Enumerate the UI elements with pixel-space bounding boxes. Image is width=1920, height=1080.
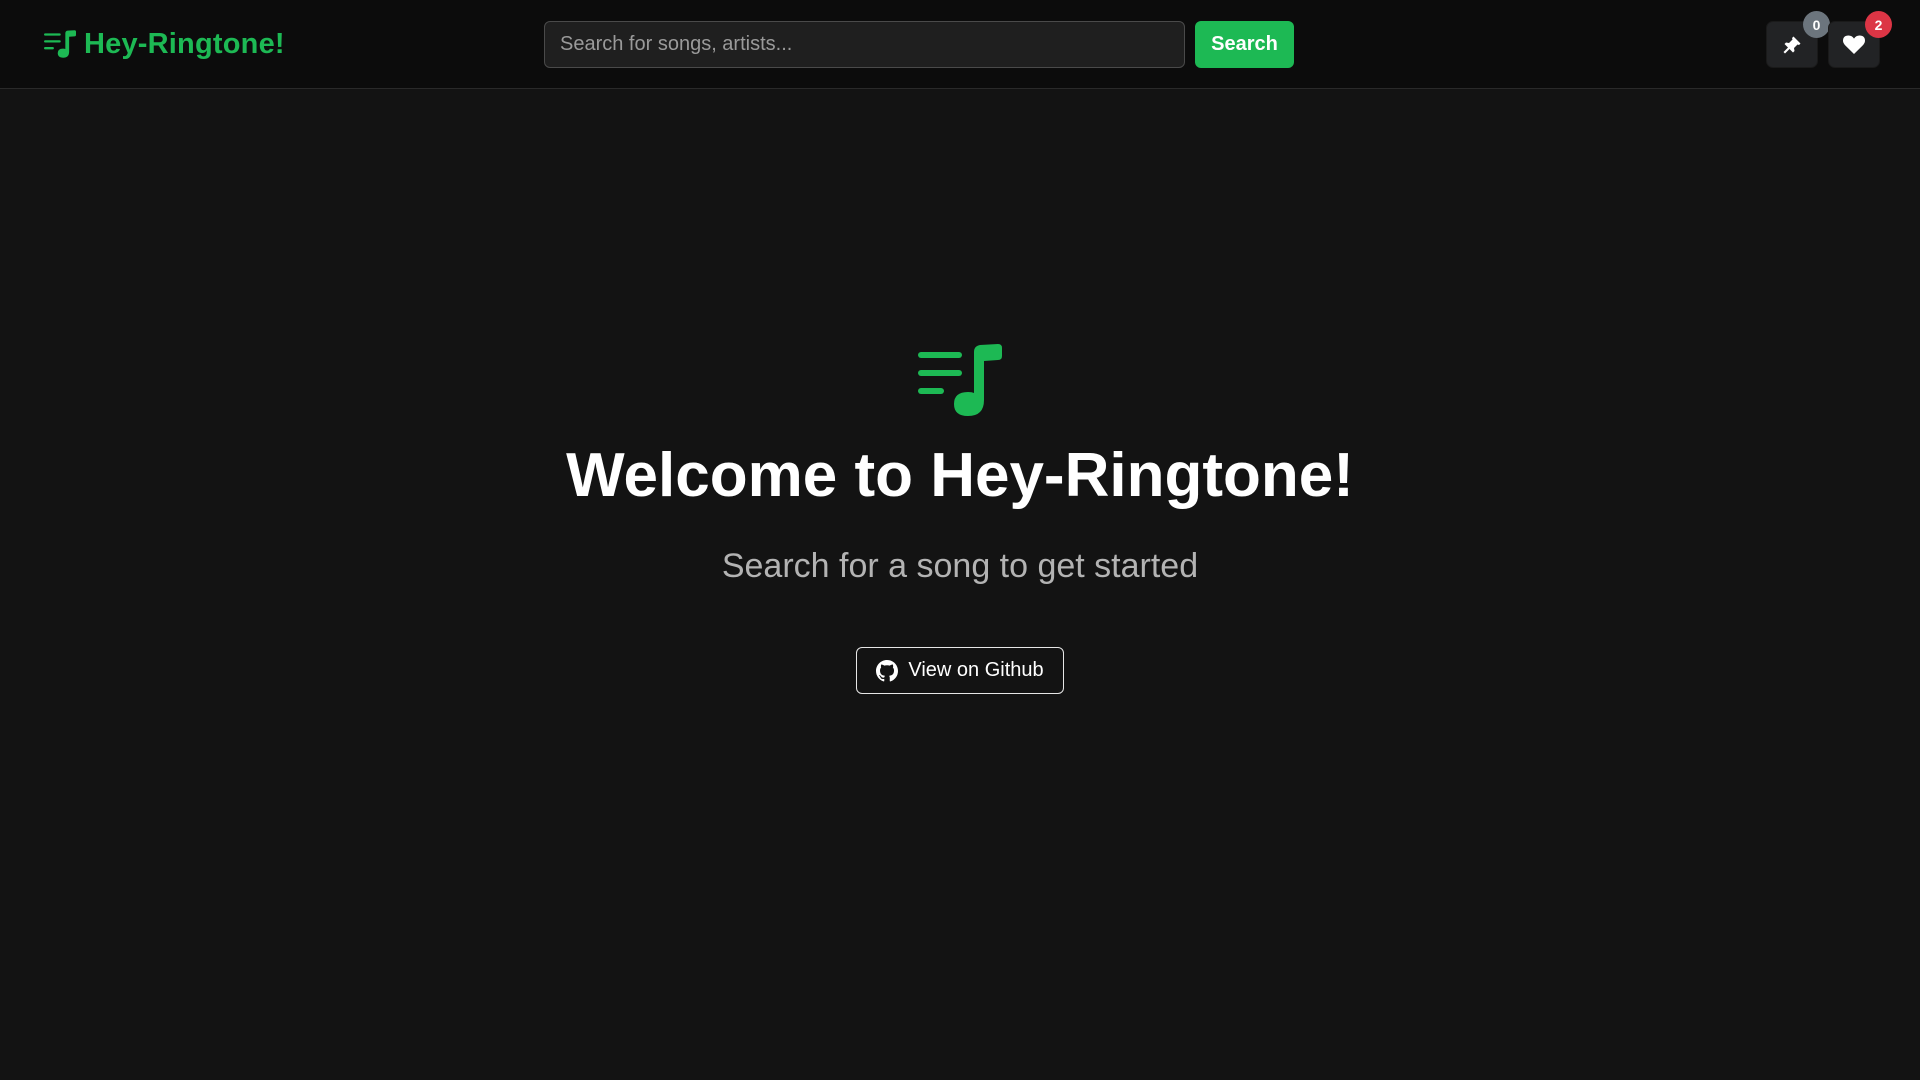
- pinned-button[interactable]: 0: [1766, 11, 1830, 68]
- search-input[interactable]: [544, 21, 1185, 68]
- top-navbar: Hey-Ringtone! Search 0 2: [0, 0, 1920, 89]
- music-list-icon: [918, 344, 1002, 416]
- github-button-label: View on Github: [908, 659, 1044, 681]
- search-button[interactable]: Search: [1195, 21, 1294, 68]
- welcome-subtitle: Search for a song to get started: [721, 547, 1199, 585]
- music-list-icon: [44, 30, 76, 58]
- brand-link[interactable]: Hey-Ringtone!: [44, 24, 285, 64]
- pinned-count-badge: 0: [1803, 11, 1830, 38]
- brand-title: Hey-Ringtone!: [84, 27, 285, 60]
- pin-icon: [1783, 36, 1801, 53]
- favorites-count-badge: 2: [1865, 11, 1892, 38]
- heart-icon: [1843, 35, 1865, 54]
- view-on-github-button[interactable]: View on Github: [856, 647, 1064, 694]
- github-icon: [876, 659, 899, 681]
- favorites-button[interactable]: 2: [1828, 11, 1892, 68]
- welcome-title: Welcome to Hey-Ringtone!: [566, 441, 1354, 510]
